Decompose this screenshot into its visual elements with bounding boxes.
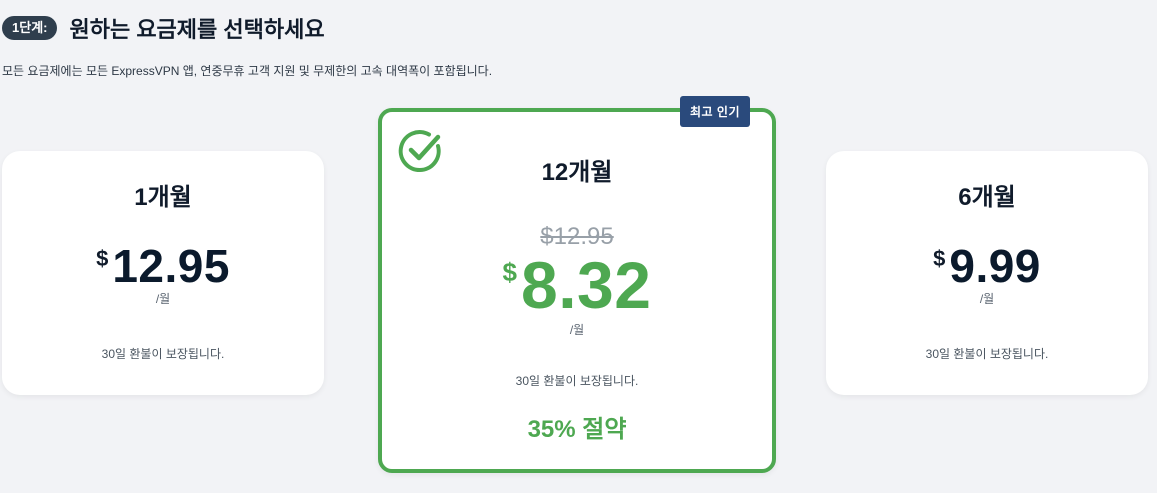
price-period: /월 bbox=[979, 292, 995, 306]
plan-card-1-month[interactable]: 1개월 $ 12.95 /월 30일 환불이 보장됩니다. bbox=[2, 151, 324, 395]
money-back-guarantee: 30일 환불이 보장됩니다. bbox=[101, 347, 225, 361]
savings-label: 35% 절약 bbox=[527, 416, 627, 443]
price: $ 12.95 bbox=[2, 242, 324, 290]
price: $ 8.32 bbox=[382, 251, 772, 319]
page-title: 원하는 요금제를 선택하세요 bbox=[69, 17, 325, 42]
price-amount: 12.95 bbox=[112, 240, 230, 292]
price: $ 9.99 bbox=[826, 242, 1148, 290]
currency-symbol: $ bbox=[502, 257, 517, 287]
plan-card-6-month[interactable]: 6개월 $ 9.99 /월 30일 환불이 보장됩니다. bbox=[826, 151, 1148, 395]
page-header: 1단계: 원하는 요금제를 선택하세요 bbox=[2, 12, 325, 44]
price-amount: 8.32 bbox=[521, 248, 652, 322]
step-badge: 1단계: bbox=[2, 16, 58, 40]
currency-symbol: $ bbox=[96, 246, 109, 271]
plan-card-12-month[interactable]: 최고 인기 12개월 $12.95 $ 8.32 /월 30일 환불이 보장됩니… bbox=[378, 96, 776, 473]
money-back-guarantee: 30일 환불이 보장됩니다. bbox=[925, 347, 1049, 361]
price-period: /월 bbox=[569, 323, 585, 337]
currency-symbol: $ bbox=[933, 246, 946, 271]
price-period: /월 bbox=[155, 292, 171, 306]
plan-name: 6개월 bbox=[958, 184, 1016, 211]
check-circle-icon bbox=[398, 130, 441, 173]
plan-name: 1개월 bbox=[134, 184, 192, 211]
original-price: $12.95 bbox=[540, 223, 614, 250]
price-amount: 9.99 bbox=[949, 240, 1041, 292]
money-back-guarantee: 30일 환불이 보장됩니다. bbox=[515, 374, 639, 388]
page-subtitle: 모든 요금제에는 모든 ExpressVPN 앱, 연중무휴 고객 지원 및 무… bbox=[2, 64, 493, 78]
most-popular-badge: 최고 인기 bbox=[680, 96, 750, 127]
